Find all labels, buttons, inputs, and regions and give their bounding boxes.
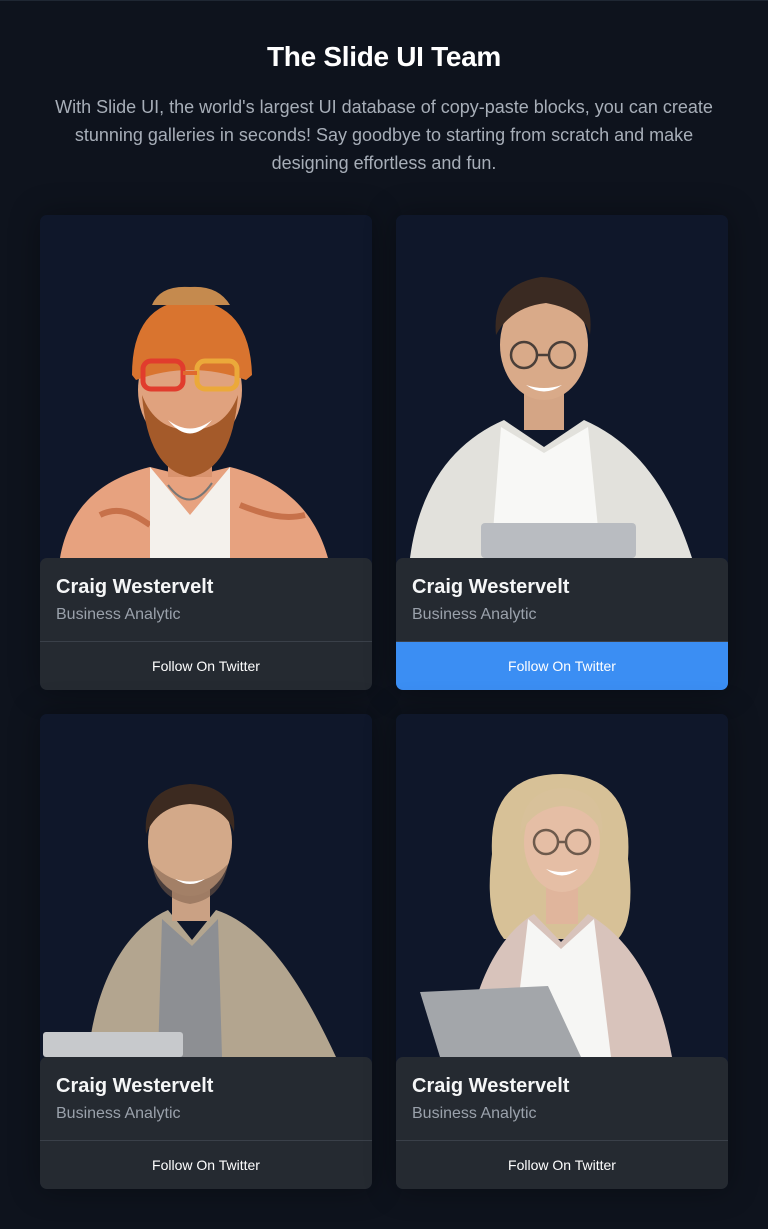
- member-name: Craig Westervelt: [412, 1075, 570, 1097]
- member-name: Craig Westervelt: [412, 576, 570, 598]
- team-card: Craig Westervelt Business Analytic Follo…: [40, 714, 372, 1189]
- team-card: Craig Westervelt Business Analytic Follo…: [396, 714, 728, 1189]
- member-role: Business Analytic: [412, 1105, 537, 1122]
- member-role: Business Analytic: [56, 1105, 181, 1122]
- member-role: Business Analytic: [56, 606, 181, 623]
- section-subtitle: With Slide UI, the world's largest UI da…: [55, 97, 713, 173]
- follow-twitter-button[interactable]: Follow On Twitter: [40, 642, 372, 690]
- follow-twitter-button[interactable]: Follow On Twitter: [396, 642, 728, 690]
- member-name: Craig Westervelt: [56, 1075, 214, 1097]
- member-info: Craig Westervelt Business Analytic: [40, 1057, 372, 1141]
- member-photo: [396, 215, 728, 558]
- follow-twitter-button[interactable]: Follow On Twitter: [40, 1141, 372, 1189]
- member-name: Craig Westervelt: [56, 576, 214, 598]
- member-info: Craig Westervelt Business Analytic: [396, 1057, 728, 1141]
- member-photo: [40, 215, 372, 558]
- member-info: Craig Westervelt Business Analytic: [40, 558, 372, 642]
- follow-twitter-button[interactable]: Follow On Twitter: [396, 1141, 728, 1189]
- member-info: Craig Westervelt Business Analytic: [396, 558, 728, 642]
- member-photo: [40, 714, 372, 1057]
- member-photo: [396, 714, 728, 1057]
- team-card: Craig Westervelt Business Analytic Follo…: [40, 215, 372, 690]
- member-role: Business Analytic: [412, 606, 537, 623]
- team-card: Craig Westervelt Business Analytic Follo…: [396, 215, 728, 690]
- team-section: The Slide UI Team With Slide UI, the wor…: [0, 0, 768, 1229]
- section-title: The Slide UI Team: [267, 41, 501, 72]
